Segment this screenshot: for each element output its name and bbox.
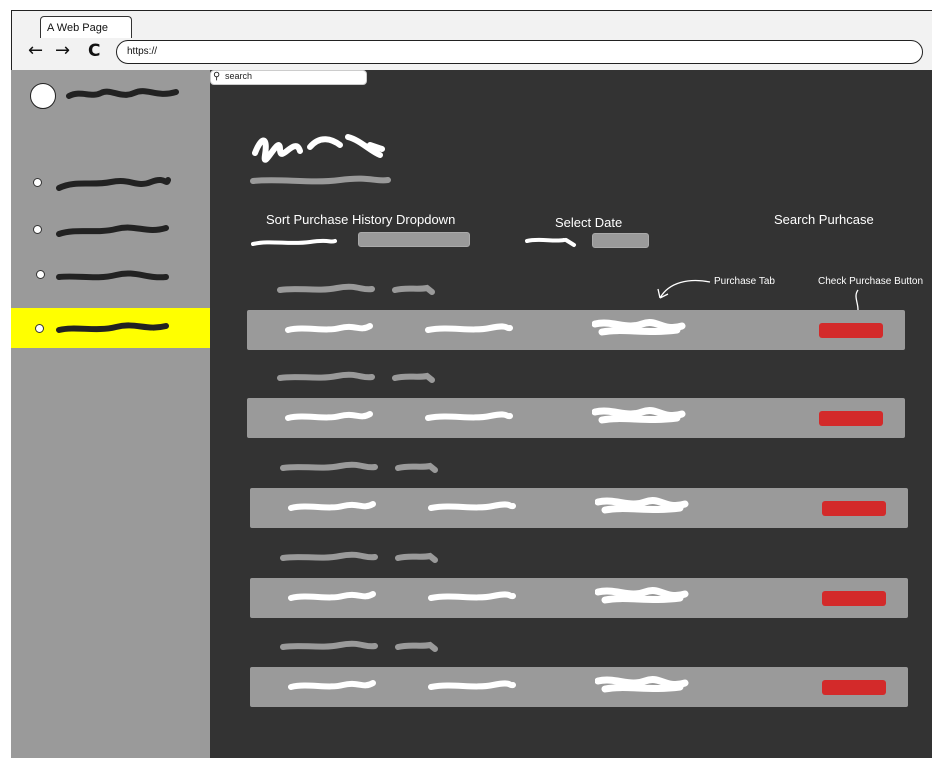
search-placeholder: search bbox=[225, 71, 253, 81]
search-label: Search Purhcase bbox=[774, 212, 874, 227]
check-purchase-button[interactable] bbox=[819, 323, 883, 338]
search-input[interactable]: ⚲ search bbox=[210, 70, 367, 85]
annotation-purchase-tab: Purchase Tab bbox=[714, 276, 775, 287]
annotation-arrow-icon bbox=[657, 279, 711, 299]
sidebar-item-active[interactable] bbox=[11, 308, 210, 348]
row-cell-scribble bbox=[288, 680, 376, 690]
arrow-left-icon[interactable]: ← bbox=[28, 41, 43, 61]
row-cell-scribble bbox=[595, 587, 689, 604]
sidebar-item-3[interactable] bbox=[56, 267, 171, 287]
row-cell-scribble bbox=[288, 501, 376, 511]
row-cell-scribble bbox=[288, 591, 376, 601]
sidebar-item-active-label bbox=[56, 322, 169, 333]
arrow-right-icon[interactable]: → bbox=[55, 41, 70, 61]
row-cell-scribble bbox=[425, 411, 513, 421]
row-cell-scribble bbox=[595, 676, 689, 693]
date-caption bbox=[525, 237, 576, 247]
reload-icon[interactable]: C bbox=[88, 41, 100, 61]
row-cell-scribble bbox=[428, 501, 516, 511]
date-picker[interactable] bbox=[592, 233, 649, 248]
check-purchase-button[interactable] bbox=[822, 591, 886, 606]
row-header-scribble bbox=[280, 551, 378, 561]
row-header-scribble bbox=[395, 462, 438, 473]
date-label: Select Date bbox=[555, 215, 623, 230]
row-cell-scribble bbox=[285, 411, 373, 421]
row-header-scribble bbox=[280, 461, 378, 471]
browser-chrome: A Web Page ← → C https:// bbox=[11, 10, 932, 70]
row-cell-scribble bbox=[595, 497, 689, 514]
sidebar bbox=[11, 70, 210, 758]
browser-tab[interactable]: A Web Page bbox=[40, 16, 132, 38]
annotation-check-button: Check Purchase Button bbox=[818, 276, 924, 287]
page-subtitle bbox=[250, 175, 391, 185]
sidebar-item-1[interactable] bbox=[56, 174, 171, 194]
bullet-icon bbox=[33, 178, 42, 187]
row-header-scribble bbox=[280, 640, 378, 650]
row-header-scribble bbox=[392, 284, 435, 295]
row-header-scribble bbox=[395, 552, 438, 563]
row-header-scribble bbox=[277, 283, 375, 293]
avatar bbox=[30, 83, 56, 109]
row-header-scribble bbox=[395, 641, 438, 652]
check-purchase-button[interactable] bbox=[822, 680, 886, 695]
row-cell-scribble bbox=[428, 680, 516, 690]
row-cell-scribble bbox=[425, 323, 513, 333]
bullet-icon bbox=[36, 270, 45, 279]
sort-label: Sort Purchase History Dropdown bbox=[266, 212, 456, 227]
row-cell-scribble bbox=[285, 323, 373, 333]
sidebar-title-scribble bbox=[66, 88, 179, 99]
check-purchase-button[interactable] bbox=[819, 411, 883, 426]
row-cell-scribble bbox=[428, 591, 516, 601]
address-bar[interactable]: https:// bbox=[116, 40, 923, 64]
sidebar-item-2[interactable] bbox=[56, 222, 171, 242]
bullet-icon bbox=[35, 324, 44, 333]
row-cell-scribble bbox=[592, 319, 686, 336]
row-header-scribble bbox=[392, 372, 435, 383]
sort-dropdown[interactable] bbox=[358, 232, 470, 247]
main-content: Sort Purchase History Dropdown Select Da… bbox=[210, 70, 932, 758]
sort-caption bbox=[251, 238, 337, 246]
check-purchase-button[interactable] bbox=[822, 501, 886, 516]
bullet-icon bbox=[33, 225, 42, 234]
page-title bbox=[252, 134, 385, 163]
search-icon: ⚲ bbox=[213, 71, 221, 82]
row-header-scribble bbox=[277, 371, 375, 381]
row-cell-scribble bbox=[592, 407, 686, 424]
